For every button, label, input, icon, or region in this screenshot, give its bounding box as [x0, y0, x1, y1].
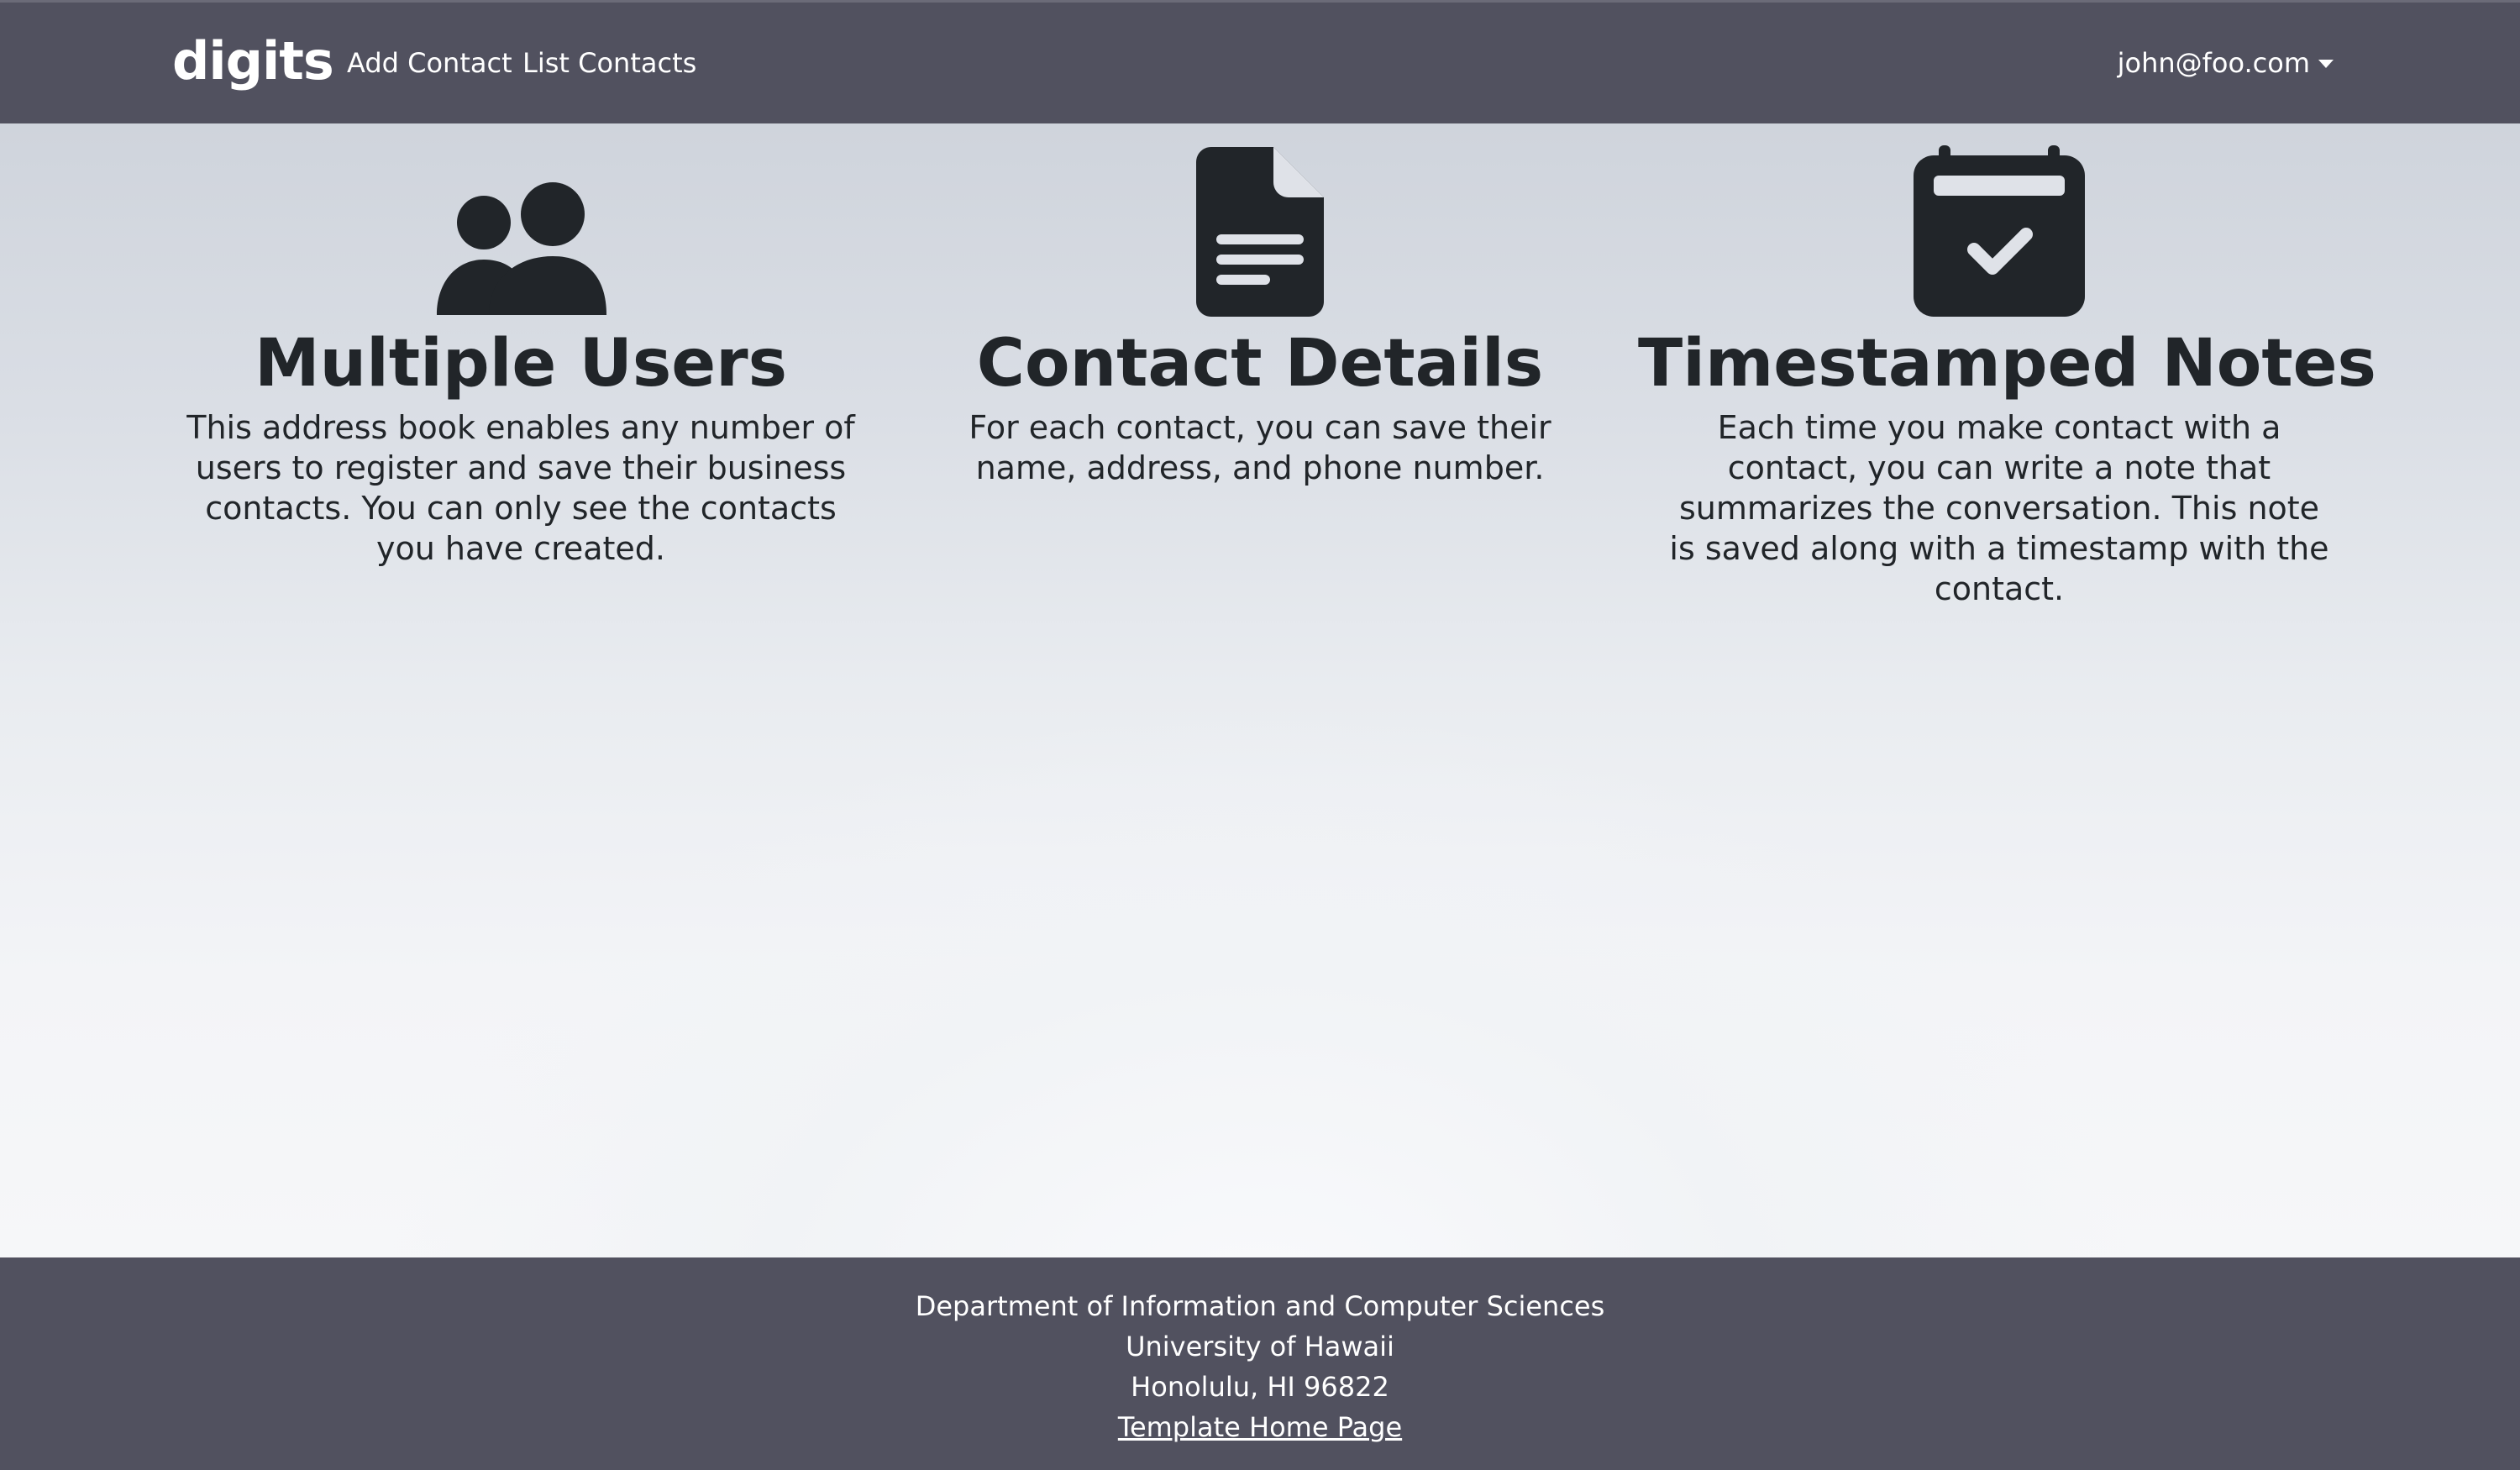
feature-description: This address book enables any number of … — [186, 409, 855, 567]
user-email: john@foo.com — [2117, 47, 2310, 79]
top-navbar: digits Add Contact List Contacts john@fo… — [0, 0, 2520, 123]
feature-description: Each time you make contact with a contac… — [1669, 409, 2329, 607]
page-footer: Department of Information and Computer S… — [0, 1257, 2520, 1470]
template-home-link[interactable]: Template Home Page — [1118, 1411, 1402, 1443]
caret-down-icon — [2318, 60, 2334, 68]
users-icon — [160, 123, 882, 317]
calendar-check-icon — [1638, 123, 2360, 317]
feature-timestamped-notes: Timestamped Notes Each time you make con… — [1638, 123, 2376, 609]
feature-description: For each contact, you can save their nam… — [969, 409, 1551, 486]
feature-contact-details: Contact Details For each contact, you ca… — [899, 123, 1621, 488]
feature-title: Contact Details — [976, 326, 1544, 402]
feature-title: Timestamped Notes — [1638, 326, 2376, 402]
footer-address: Honolulu, HI 96822 — [1131, 1371, 1389, 1403]
file-lines-icon — [899, 123, 1621, 317]
add-contact-link[interactable]: Add Contact — [347, 46, 512, 80]
landing-main: Multiple Users This address book enables… — [0, 123, 2520, 1257]
footer-department: Department of Information and Computer S… — [915, 1290, 1605, 1322]
footer-university: University of Hawaii — [1126, 1331, 1394, 1362]
user-dropdown[interactable]: john@foo.com — [2118, 46, 2334, 80]
feature-multiple-users: Multiple Users This address book enables… — [160, 123, 882, 569]
list-contacts-link[interactable]: List Contacts — [522, 46, 696, 80]
feature-title: Multiple Users — [254, 326, 788, 402]
brand-logo-link[interactable]: digits — [172, 28, 334, 95]
